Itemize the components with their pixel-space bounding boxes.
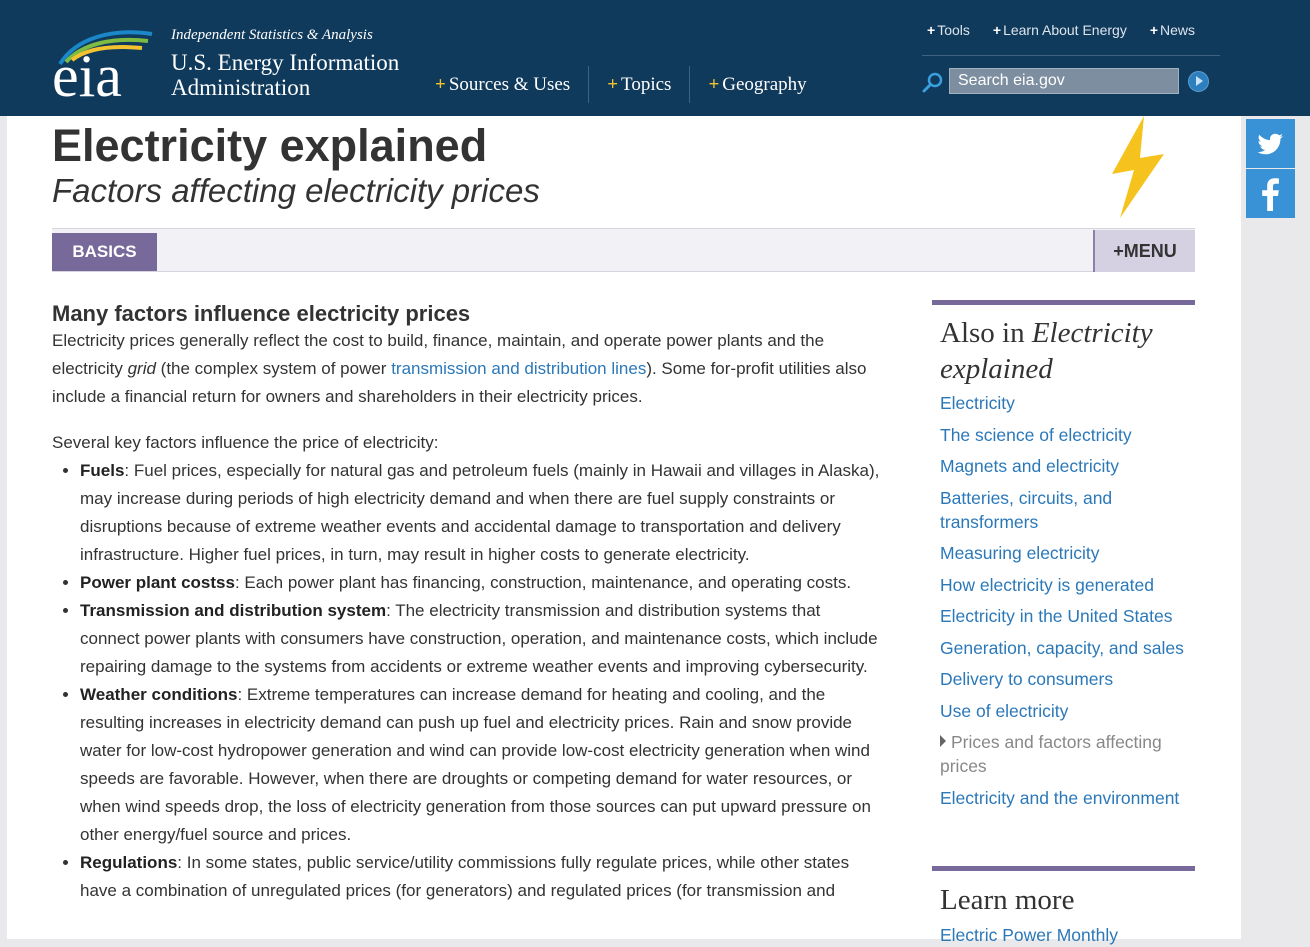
plus-icon: + <box>607 74 619 95</box>
agency-name-line1: U.S. Energy Information <box>171 50 400 75</box>
facebook-icon <box>1262 178 1279 211</box>
also-in-sidebar: Also in Electricity explained Electricit… <box>932 300 1195 817</box>
sidebar-item-use[interactable]: Use of electricity <box>940 699 1195 723</box>
factor-term: Transmission and distribution system <box>80 601 387 620</box>
factor-term: Weather conditions <box>80 685 238 704</box>
sidebar-item-batteries[interactable]: Batteries, circuits, and transformers <box>940 486 1195 534</box>
sidebar-link[interactable]: Generation, capacity, and sales <box>940 638 1184 658</box>
sidebar-link[interactable]: Magnets and electricity <box>940 456 1119 476</box>
section-heading: Many factors influence electricity price… <box>52 301 471 326</box>
plus-icon: + <box>435 74 446 95</box>
sidebar-item-generated[interactable]: How electricity is generated <box>940 573 1195 597</box>
sidebar-title-plain: Also in <box>940 317 1032 349</box>
sidebar-item-us[interactable]: Electricity in the United States <box>940 604 1195 628</box>
sidebar-link[interactable]: Measuring electricity <box>940 543 1100 563</box>
learn-more-item[interactable]: Electric Power Monthly <box>940 923 1195 947</box>
nav-label: Sources & Uses <box>448 74 571 95</box>
top-link-label: Tools <box>937 22 970 38</box>
facebook-share-button[interactable] <box>1246 169 1295 218</box>
electric-power-monthly-link[interactable]: Electric Power Monthly <box>940 925 1118 945</box>
header-divider <box>922 55 1220 56</box>
plus-icon: + <box>1149 22 1159 38</box>
menu-button[interactable]: +MENU <box>1093 230 1195 272</box>
sidebar-item-magnets[interactable]: Magnets and electricity <box>940 454 1195 478</box>
tagline: Independent Statistics & Analysis <box>171 27 373 43</box>
learn-more-title: Learn more <box>940 884 1075 916</box>
sidebar-link[interactable]: Batteries, circuits, and transformers <box>940 488 1112 532</box>
nav-geography[interactable]: + Geography <box>689 66 824 103</box>
factors-list: Fuels: Fuel prices, especially for natur… <box>52 457 882 905</box>
plus-icon: + <box>708 74 720 95</box>
top-link-label: News <box>1160 22 1196 38</box>
list-item: Regulations: In some states, public serv… <box>80 849 882 905</box>
sidebar-item-prices-current: Prices and factors affecting prices <box>940 730 1195 778</box>
sidebar-link[interactable]: The science of electricity <box>940 425 1132 445</box>
transmission-distribution-link[interactable]: transmission and distribution lines <box>391 359 646 378</box>
lightning-bolt-icon <box>1112 116 1164 218</box>
learn-more-sidebar: Learn more Electric Power Monthly <box>932 866 1195 947</box>
sidebar-link[interactable]: Delivery to consumers <box>940 669 1113 689</box>
eia-logo[interactable]: eia <box>52 24 162 100</box>
top-link-tools[interactable]: + Tools <box>927 22 970 38</box>
caret-right-icon <box>940 735 946 747</box>
sidebar-item-science[interactable]: The science of electricity <box>940 423 1195 447</box>
sidebar-item-measuring[interactable]: Measuring electricity <box>940 541 1195 565</box>
sidebar-links: Electricity The science of electricity M… <box>940 391 1195 810</box>
sidebar-current-label: Prices and factors affecting prices <box>940 732 1162 776</box>
list-item: Power plant costss: Each power plant has… <box>80 569 882 597</box>
twitter-icon <box>1257 133 1283 155</box>
sidebar-link[interactable]: How electricity is generated <box>940 575 1154 595</box>
list-item: Fuels: Fuel prices, especially for natur… <box>80 457 882 569</box>
utility-nav: + Tools + Learn About Energy + News <box>927 22 1195 38</box>
top-link-label: Learn About Energy <box>1003 22 1127 38</box>
intro-text: (the complex system of power <box>155 359 392 378</box>
factor-text: : Extreme temperatures can increase dema… <box>80 685 871 844</box>
nav-sources-uses[interactable]: + Sources & Uses <box>435 66 588 103</box>
list-item: Weather conditions: Extreme temperatures… <box>80 681 882 849</box>
sidebar-title: Also in Electricity explained <box>940 315 1195 387</box>
agency-name[interactable]: U.S. Energy Information Administration <box>171 50 399 100</box>
tab-basics[interactable]: BASICS <box>52 233 157 271</box>
nav-label: Geography <box>722 74 807 95</box>
factors-intro: Several key factors influence the price … <box>52 433 439 452</box>
intro-emphasis: grid <box>127 359 156 378</box>
factor-text: : In some states, public service/utility… <box>80 853 850 900</box>
nav-topics[interactable]: + Topics <box>588 66 689 103</box>
sidebar-link[interactable]: Use of electricity <box>940 701 1068 721</box>
sidebar-link[interactable]: Electricity <box>940 393 1015 413</box>
sidebar-item-electricity[interactable]: Electricity <box>940 391 1195 415</box>
nav-label: Topics <box>621 74 672 95</box>
sidebar-link[interactable]: Electricity and the environment <box>940 788 1179 808</box>
main-content: Many factors influence electricity price… <box>52 300 882 905</box>
plus-icon: + <box>992 22 1002 38</box>
search-submit-button[interactable] <box>1188 71 1209 92</box>
sidebar-link[interactable]: Electricity in the United States <box>940 606 1172 626</box>
top-link-news[interactable]: + News <box>1150 22 1195 38</box>
factor-text: : Each power plant has financing, constr… <box>234 573 852 592</box>
logo-text: eia <box>52 43 122 100</box>
list-item: Transmission and distribution system: Th… <box>80 597 882 681</box>
site-header: eia Independent Statistics & Analysis U.… <box>0 0 1310 116</box>
sidebar-item-delivery[interactable]: Delivery to consumers <box>940 667 1195 691</box>
top-link-learn-about-energy[interactable]: + Learn About Energy <box>993 22 1127 38</box>
plus-icon: + <box>927 22 936 38</box>
sidebar-item-generation-capacity[interactable]: Generation, capacity, and sales <box>940 636 1195 660</box>
factor-term: Power plant costss <box>80 573 235 592</box>
sidebar-item-environment[interactable]: Electricity and the environment <box>940 786 1195 810</box>
page-title: Electricity explained <box>52 120 488 171</box>
agency-name-line2: Administration <box>171 75 311 100</box>
twitter-share-button[interactable] <box>1246 119 1295 168</box>
factor-text: : Fuel prices, especially for natural ga… <box>80 461 880 564</box>
intro-paragraph: Electricity prices generally reflect the… <box>52 327 882 411</box>
main-nav: + Sources & Uses + Topics + Geography <box>435 66 825 103</box>
factor-term: Fuels <box>80 461 125 480</box>
page-subtitle: Factors affecting electricity prices <box>52 172 540 209</box>
search-input[interactable] <box>949 68 1179 94</box>
section-tab-bar <box>52 228 1195 272</box>
factor-term: Regulations <box>80 853 178 872</box>
search-icon <box>922 72 943 93</box>
